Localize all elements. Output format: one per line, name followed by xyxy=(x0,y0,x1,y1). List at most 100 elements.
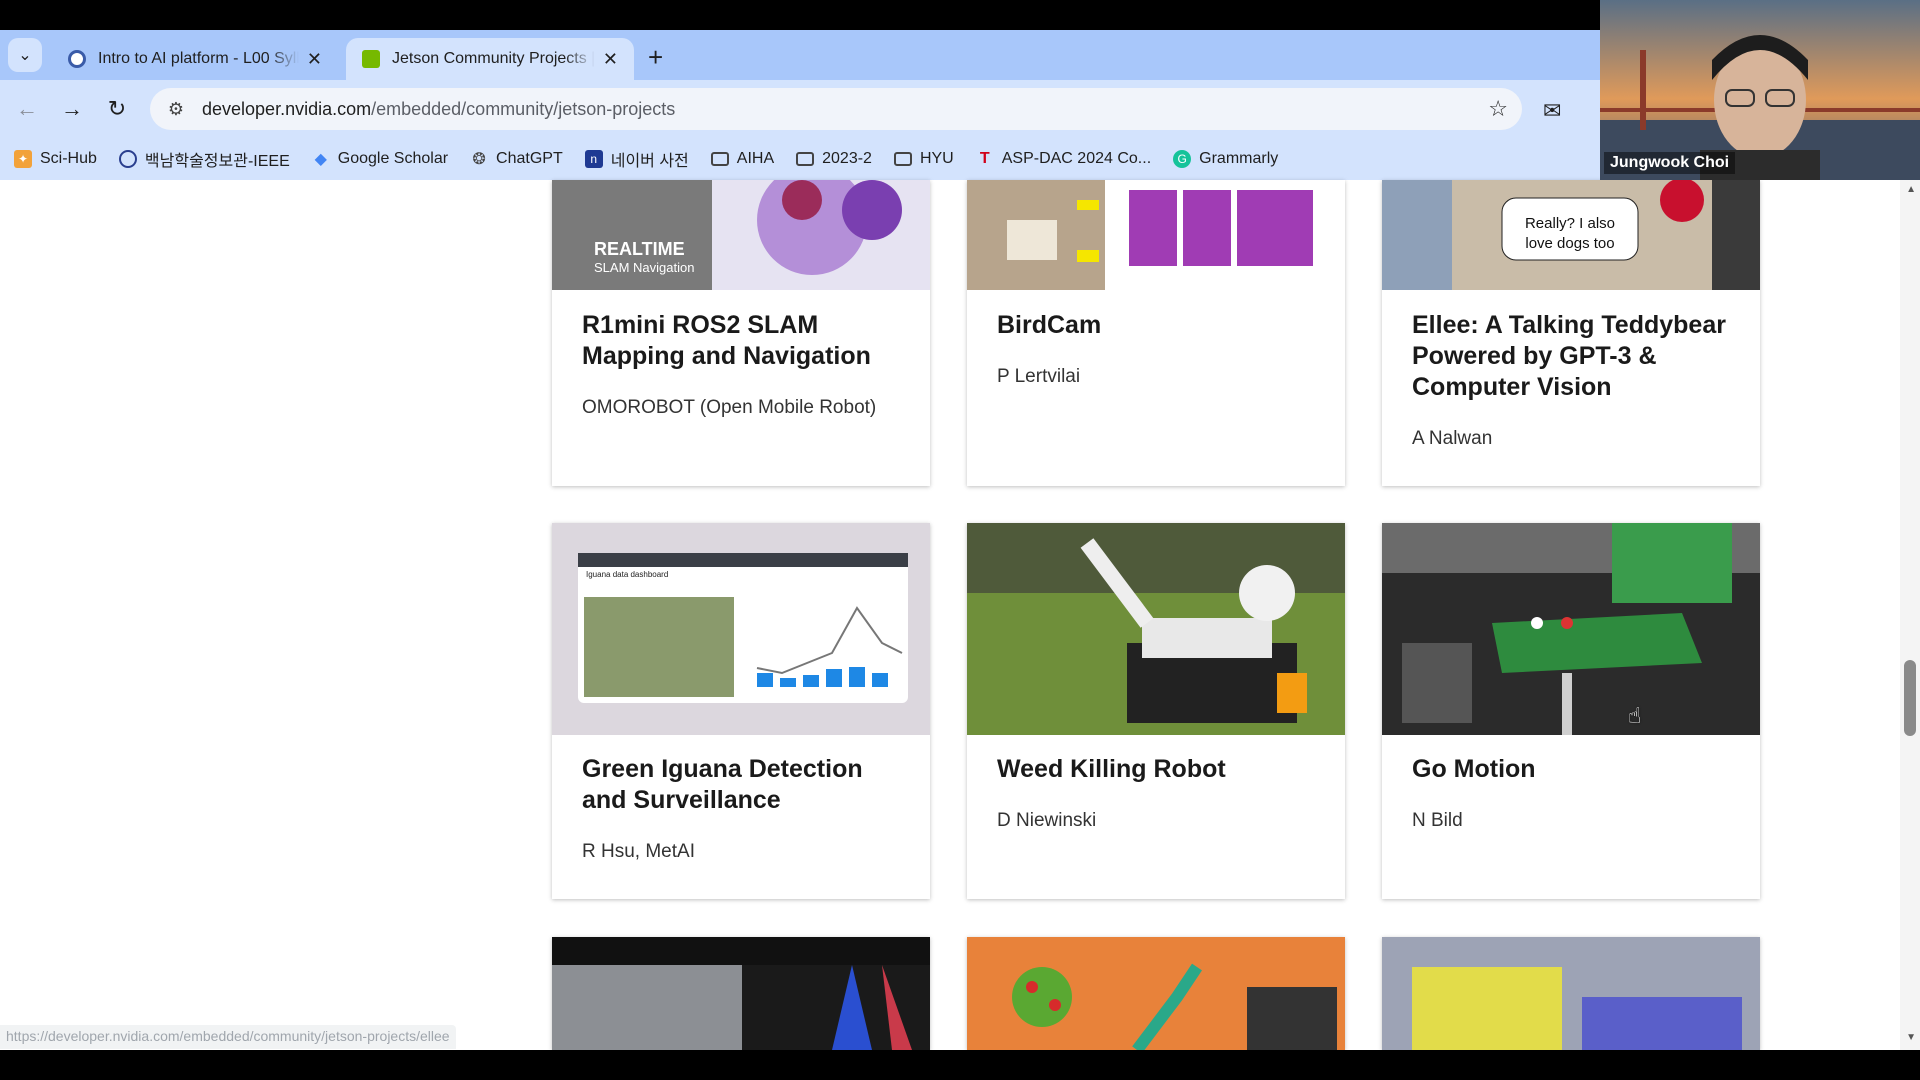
project-card-row3-2[interactable] xyxy=(967,937,1345,1050)
card-title: Weed Killing Robot xyxy=(997,755,1226,783)
scroll-up-icon[interactable]: ▲ xyxy=(1906,184,1916,195)
tab-jetson-projects[interactable]: Jetson Community Projects | NVIDIA ✕ xyxy=(346,38,634,80)
forward-button[interactable]: → xyxy=(57,94,87,124)
url-path: /embedded/community/jetson-projects xyxy=(371,98,676,119)
scholar-icon: ◆ xyxy=(314,151,327,168)
card-author: A Nalwan xyxy=(1412,428,1493,449)
nvidia-favicon-icon xyxy=(362,50,380,68)
bookmark-label: ASP-DAC 2024 Co... xyxy=(1001,150,1152,167)
bookmark-scholar[interactable]: ◆ Google Scholar xyxy=(312,150,448,168)
reload-icon: ↻ xyxy=(107,96,127,121)
tab-favicon-icon xyxy=(68,50,86,68)
tab-search-button[interactable]: ⌄ xyxy=(8,38,42,72)
card-title: R1mini ROS2 SLAM Mapping and Navigation xyxy=(582,311,871,370)
bookmark-aiha[interactable]: AIHA xyxy=(710,150,775,168)
speech-bubble: Really? I also love dogs too xyxy=(1524,215,1616,252)
project-card-iguana[interactable]: Iguana data dashboard Green Iguana Detec… xyxy=(552,523,930,899)
project-card-birdcam[interactable]: BirdCam P Lertvilai xyxy=(967,180,1345,486)
webcam-overlay: Jungwook Choi xyxy=(1600,0,1920,180)
bookmark-ieee[interactable]: 백남학술정보관-IEEE xyxy=(118,147,290,171)
close-icon[interactable]: ✕ xyxy=(603,49,618,70)
grammarly-icon: G xyxy=(1173,150,1192,168)
project-thumbnail xyxy=(967,180,1345,290)
card-author: D Niewinski xyxy=(997,810,1097,831)
scrollbar-thumb[interactable] xyxy=(1904,660,1916,736)
folder-icon xyxy=(710,152,729,166)
folder-icon xyxy=(893,152,912,166)
bookmark-label: Grammarly xyxy=(1199,150,1279,167)
project-thumbnail xyxy=(1382,523,1760,735)
chatgpt-icon: ❂ xyxy=(472,151,486,168)
bookmark-star-icon[interactable]: ☆ xyxy=(1488,96,1508,122)
chevron-down-icon: ⌄ xyxy=(18,47,32,64)
bookmark-label: Google Scholar xyxy=(337,150,449,167)
project-card-row3-1[interactable] xyxy=(552,937,930,1050)
bookmark-2023-2[interactable]: 2023-2 xyxy=(796,150,872,168)
bookmark-scihub[interactable]: ✦ Sci-Hub xyxy=(14,150,97,168)
address-bar[interactable]: ⚙ developer.nvidia.com/embedded/communit… xyxy=(150,88,1522,130)
url-text: developer.nvidia.com/embedded/community/… xyxy=(202,99,675,120)
bookmark-grammarly[interactable]: G Grammarly xyxy=(1173,150,1278,168)
bookmark-label: HYU xyxy=(919,150,954,167)
card-author: R Hsu, MetAI xyxy=(582,841,695,862)
close-icon[interactable]: ✕ xyxy=(307,49,322,70)
project-thumbnail: REALTIME SLAM Navigation xyxy=(552,180,930,290)
project-thumbnail: Iguana data dashboard xyxy=(552,523,930,735)
bookmark-label: 네이버 사전 xyxy=(610,153,689,170)
mail-icon[interactable]: ✉ xyxy=(1543,98,1561,124)
tab-strip: ⌄ Intro to AI platform - L00 Syllabus ✕ … xyxy=(0,30,1600,80)
project-card-r1mini[interactable]: REALTIME SLAM Navigation R1mini ROS2 SLA… xyxy=(552,180,930,486)
bookmark-label: ChatGPT xyxy=(496,150,563,167)
hand-cursor-icon: ☝ xyxy=(1628,703,1642,728)
new-tab-button[interactable]: + xyxy=(648,42,663,73)
participant-name: Jungwook Choi xyxy=(1604,152,1736,174)
top-black-bar xyxy=(0,0,1600,30)
url-domain: developer.nvidia.com xyxy=(202,98,372,119)
tab-intro-ai[interactable]: Intro to AI platform - L00 Syllabus ✕ xyxy=(52,38,338,80)
card-title: Green Iguana Detection and Surveillance xyxy=(582,755,863,814)
card-title: Go Motion xyxy=(1412,755,1536,783)
site-info-icon[interactable]: ⚙ xyxy=(156,99,196,120)
back-button[interactable]: ← xyxy=(12,94,42,124)
page-scrollbar[interactable] xyxy=(1900,180,1920,1050)
bookmarks-bar: ✦ Sci-Hub 백남학술정보관-IEEE ◆ Google Scholar ❂ C… xyxy=(0,138,1600,180)
status-url-tooltip: https://developer.nvidia.com/embedded/co… xyxy=(0,1025,456,1049)
project-card-go-motion[interactable]: Go Motion N Bild xyxy=(1382,523,1760,899)
tab-title: Jetson Community Projects | NVIDIA xyxy=(392,50,595,67)
reload-button[interactable]: ↻ xyxy=(102,94,132,124)
scroll-down-icon[interactable]: ▼ xyxy=(1906,1032,1916,1043)
bookmark-label: 2023-2 xyxy=(822,150,872,167)
bookmark-label: 백남학술정보관-IEEE xyxy=(144,153,290,170)
project-card-row3-3[interactable] xyxy=(1382,937,1760,1050)
naver-dict-icon: n xyxy=(584,150,603,168)
bookmark-hyu[interactable]: HYU xyxy=(893,150,954,168)
card-author: N Bild xyxy=(1412,810,1463,831)
folder-icon xyxy=(796,152,815,166)
project-thumbnail xyxy=(967,523,1345,735)
thumbnail-caption: REALTIME xyxy=(594,239,685,259)
bookmark-chatgpt[interactable]: ❂ ChatGPT xyxy=(470,150,563,168)
raven-icon: ✦ xyxy=(14,150,32,168)
thumbnail-caption: Iguana data dashboard xyxy=(586,570,668,579)
aspdac-icon: T xyxy=(979,150,990,167)
bookmark-label: Sci-Hub xyxy=(40,150,97,167)
library-icon xyxy=(118,150,137,168)
bookmark-aspdac[interactable]: T ASP-DAC 2024 Co... xyxy=(976,150,1151,168)
arrow-left-icon: ← xyxy=(16,96,38,121)
project-thumbnail xyxy=(967,937,1345,1050)
card-title: Ellee: A Talking Teddybear Powered by GP… xyxy=(1412,311,1726,401)
card-author: OMOROBOT (Open Mobile Robot) xyxy=(582,397,877,418)
card-title: BirdCam xyxy=(997,311,1102,339)
card-author: P Lertvilai xyxy=(997,366,1081,387)
project-card-weed-robot[interactable]: Weed Killing Robot D Niewinski xyxy=(967,523,1345,899)
bottom-black-bar xyxy=(0,1050,1920,1080)
project-thumbnail xyxy=(552,937,930,1050)
bookmark-label: AIHA xyxy=(736,150,775,167)
bookmark-naver[interactable]: n 네이버 사전 xyxy=(584,147,689,171)
project-card-ellee[interactable]: Really? I also love dogs too Ellee: A Ta… xyxy=(1382,180,1760,486)
thumbnail-subcaption: SLAM Navigation xyxy=(594,260,694,275)
tab-title: Intro to AI platform - L00 Syllabus xyxy=(98,50,299,67)
browser-toolbar: ← → ↻ ⚙ developer.nvidia.com/embedded/co… xyxy=(0,80,1600,138)
plus-icon: + xyxy=(648,42,664,72)
arrow-right-icon: → xyxy=(61,96,83,121)
